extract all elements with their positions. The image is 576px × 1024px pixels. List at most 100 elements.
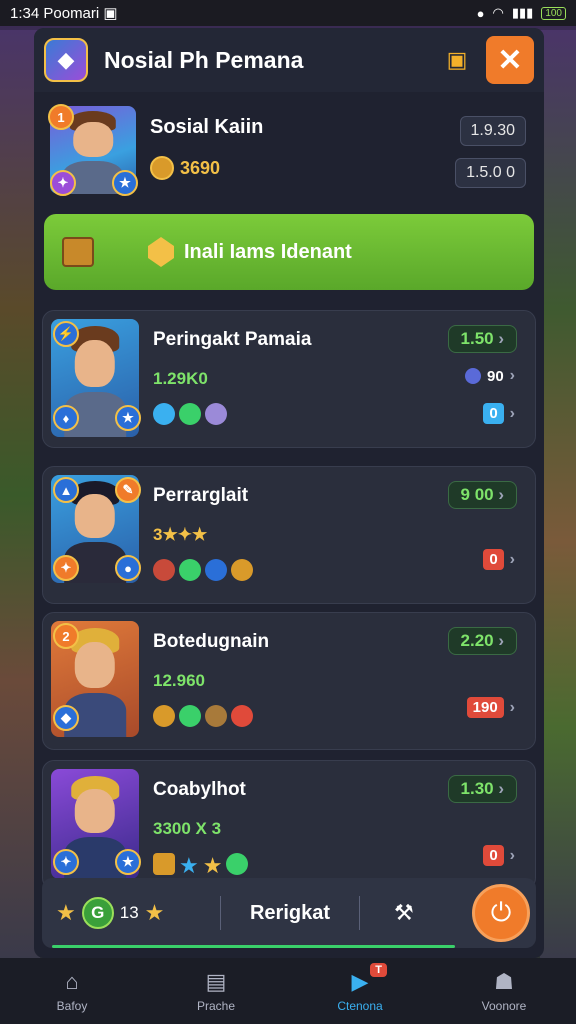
background-right <box>540 30 576 960</box>
card-icons: ★ ★ <box>153 853 249 879</box>
gem-icon <box>179 559 201 581</box>
gem-icon <box>153 403 175 425</box>
class-icon: ✦ <box>53 849 79 875</box>
leaderboard-card[interactable]: ⚡ ♦ ★ Peringakt Pamaia 1.29K0 1.50 90› 0… <box>42 310 536 448</box>
stat-pill-bottom: 1.5.0 0 <box>455 158 526 188</box>
star-icon: ★ <box>202 853 223 878</box>
card-name: Peringakt Pamaia <box>153 329 312 350</box>
card-stat: 1.29K0 <box>153 369 208 388</box>
cookie-icon <box>205 705 227 727</box>
coin-balance: 3690 <box>150 156 220 180</box>
star-icon: ★ <box>56 900 76 925</box>
divider <box>359 896 360 930</box>
divider <box>220 896 221 930</box>
leaderboard-card[interactable]: ✦ ★ Coabylhot 3300 X 3 ★ ★ 1.30 0› <box>42 760 536 890</box>
fish-icon <box>205 403 227 425</box>
nav-item-chat[interactable]: ▤ Prache <box>161 969 271 1013</box>
battery-icon: 100 <box>541 6 566 20</box>
rank-badge: 1 <box>48 104 74 130</box>
panel-header: ◆ Nosial Ph Pemana ▣ ✕ <box>34 28 544 92</box>
nav-label: Prache <box>196 999 236 1013</box>
leaderboard-panel: ◆ Nosial Ph Pemana ▣ ✕ 1 ✦ ★ Sosial Kaii… <box>34 28 544 958</box>
gem-icon <box>148 237 174 267</box>
skill-icon: ★ <box>112 170 138 196</box>
nav-label: Bafoy <box>56 999 88 1013</box>
profile-icon: ☗ <box>494 969 514 994</box>
leaderboard-card[interactable]: ▲ ✎ ✦ ● Perrarglait 3★✦★ 9 00 0› <box>42 466 536 604</box>
wifi-icon: ◠ <box>492 5 504 20</box>
nav-label: Ctenona <box>337 999 383 1013</box>
chat-icon: ▤ <box>205 969 227 994</box>
nav-item-profile[interactable]: ☗ Voonore <box>449 969 559 1013</box>
bottom-nav: ⌂ Bafoy ▤ Prache ▶ T Ctenona ☗ Voonore <box>0 958 576 1024</box>
status-carrier: Poomari <box>43 5 100 22</box>
ranking-button[interactable]: Rerigkat <box>235 902 345 925</box>
card-side-box[interactable]: 190 › <box>466 697 515 718</box>
card-score[interactable]: 2.20 <box>447 627 517 655</box>
shield-icon: ♦ <box>53 405 79 431</box>
signal-icon: ▮▮▮ <box>511 5 534 20</box>
chest-icon[interactable]: ▣ <box>442 47 472 73</box>
flame-icon: ✦ <box>53 555 79 581</box>
class-icon: ▲ <box>53 477 79 503</box>
reward-counter[interactable]: ★ G 13 ★ <box>56 897 206 929</box>
card-side-box[interactable]: 0 › <box>483 403 515 424</box>
reward-banner[interactable]: Inali Iams Idenant <box>44 214 534 290</box>
notification-icon: ▣ <box>103 5 118 22</box>
app-logo-icon: ◆ <box>44 38 88 82</box>
profile-name: Sosial Kaiin <box>150 116 264 138</box>
card-stat: 3★✦★ <box>153 525 208 544</box>
reward-count: 13 <box>119 903 139 922</box>
card-side-box[interactable]: 0 › <box>483 845 515 866</box>
gem-icon <box>179 705 201 727</box>
status-bar: 1:34 Poomari ▣ ● ◠ ▮▮▮ 100 <box>0 0 576 26</box>
leaderboard-card[interactable]: 2 ◆ Botedugnain 12.960 2.20 190› <box>42 612 536 750</box>
nav-item-play[interactable]: ▶ T Ctenona <box>305 963 415 1013</box>
ruby-icon <box>231 705 253 727</box>
coin-amount: 3690 <box>180 157 221 178</box>
card-name: Perrarglait <box>153 485 249 506</box>
card-side-value: 90 › <box>464 367 515 385</box>
class-icon: ⚡ <box>53 321 79 347</box>
leaf-icon <box>179 403 201 425</box>
star-icon: ★ <box>115 405 141 431</box>
star-icon: ★ <box>115 849 141 875</box>
card-score[interactable]: 1.30 <box>447 775 517 803</box>
coin-icon <box>153 705 175 727</box>
card-icons <box>153 559 253 581</box>
card-name: Botedugnain <box>153 631 270 652</box>
card-stat: 3300 X 3 <box>153 819 222 838</box>
tool-icon: ✎ <box>115 477 141 503</box>
card-name: Coabylhot <box>153 779 246 800</box>
coin-icon <box>150 156 174 180</box>
compass-icon <box>205 559 227 581</box>
gem-icon <box>226 853 249 875</box>
card-icons <box>153 705 253 727</box>
cookie-icon <box>231 559 253 581</box>
profile-section[interactable]: 1 ✦ ★ Sosial Kaiin 3690 1.9.30 1.5.0 0 <box>34 92 544 202</box>
progress-bar <box>52 945 455 948</box>
class-icon: ✦ <box>50 170 76 196</box>
home-icon: ⌂ <box>65 969 79 994</box>
banner-text: Inali Iams Idenant <box>184 240 352 263</box>
card-side-box[interactable]: 0 › <box>483 549 515 570</box>
card-score[interactable]: 1.50 <box>447 325 517 353</box>
nav-item-home[interactable]: ⌂ Bafoy <box>17 969 127 1013</box>
panel-title: Nosial Ph Pemana <box>104 46 304 73</box>
gem-badge-icon: G <box>81 897 114 929</box>
card-score[interactable]: 9 00 <box>447 481 517 509</box>
close-button[interactable]: ✕ <box>486 36 534 84</box>
sword-icon <box>153 559 175 581</box>
rank-badge: 2 <box>53 623 79 649</box>
card-icons <box>153 403 227 425</box>
star-icon: ★ <box>179 853 199 878</box>
stat-pill-top: 1.9.30 <box>459 116 526 146</box>
action-fab-button[interactable]: ⏻ <box>472 884 530 942</box>
build-tool-icon[interactable]: ⚒ <box>394 900 414 926</box>
card-stat: 12.960 <box>153 671 205 690</box>
nav-badge: T <box>370 963 387 977</box>
action-bar: ★ G 13 ★ Rerigkat ⚒ ⏻ <box>42 878 536 948</box>
nav-label: Voonore <box>481 999 527 1013</box>
bag-icon: ◆ <box>53 705 79 731</box>
chest-icon <box>62 237 94 267</box>
